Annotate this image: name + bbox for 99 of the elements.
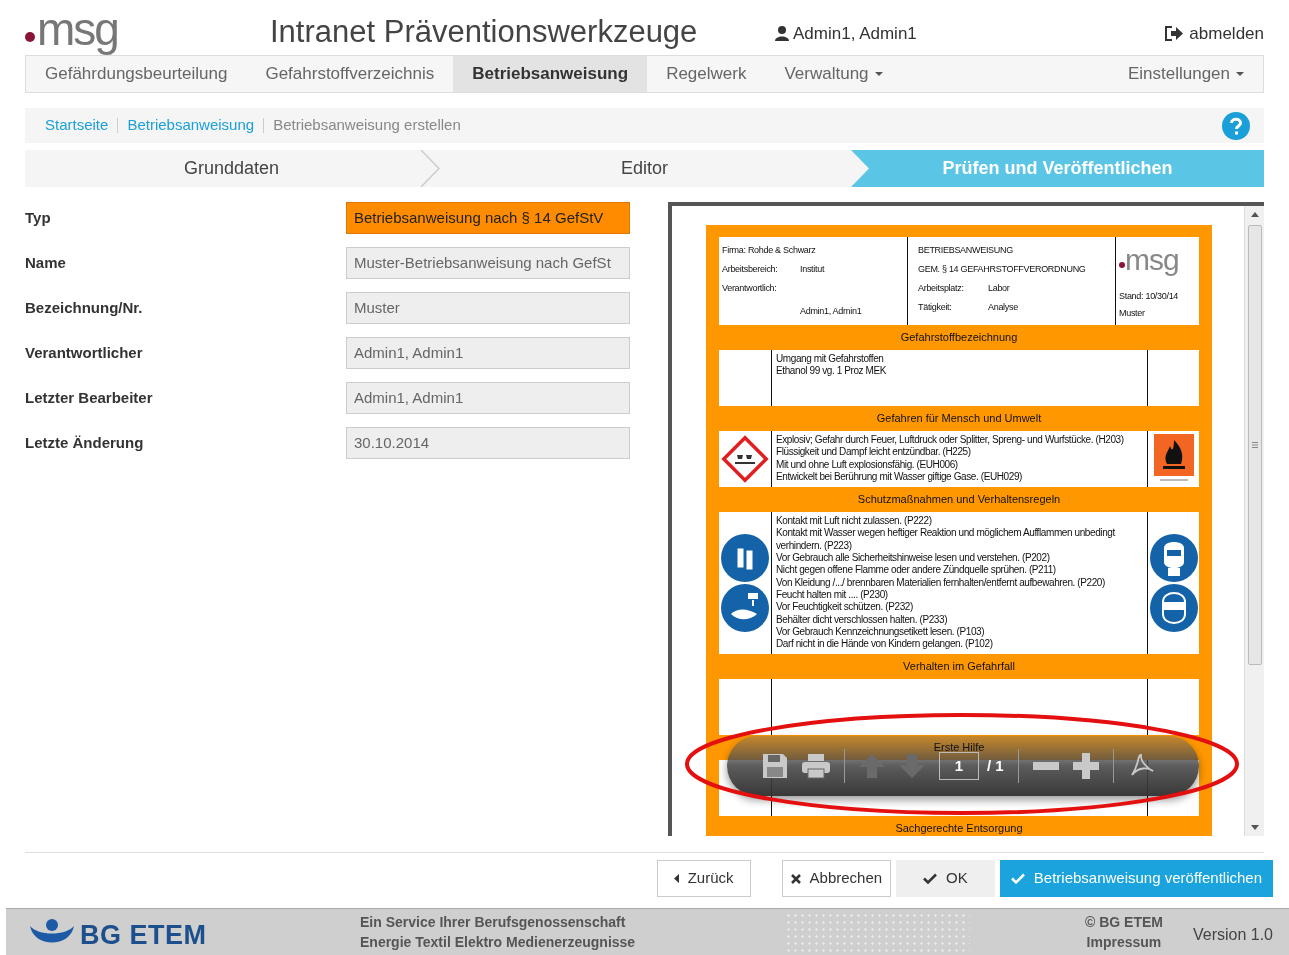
- dot-icon: [1119, 262, 1125, 268]
- scrollbar-thumb[interactable]: [1247, 225, 1262, 665]
- nav-item[interactable]: Verwaltung: [765, 56, 902, 92]
- breadcrumb-current: Betriebsanweisung erstellen: [273, 115, 461, 136]
- document-text: GEM. § 14 GEFAHRSTOFFVERORDNUNG: [918, 264, 1087, 275]
- document-section-heading: Gefahrstoffbezeichnung: [899, 330, 1019, 345]
- document-line: Explosiv; Gefahr durch Feuer, Luftdruck oder Splitter, Spreng- und Wurfstücke. (H203): [776, 434, 1125, 447]
- readonly-field[interactable]: Betriebsanweisung nach § 14 GefStV: [346, 202, 630, 234]
- footer-text: Ein Service Ihrer Berufsgenossenschaft: [360, 913, 627, 932]
- app-title: Intranet Präventionswerkzeuge: [270, 13, 699, 51]
- document-text: Institut: [800, 264, 825, 275]
- document-line: Darf nicht in die Hände von Kindern gelangen. (P102): [776, 638, 994, 651]
- document-line: Von Kleidung /.../ brennbaren Materialien fernhalten/entfernt aufbewahren. (P220): [776, 576, 1106, 589]
- caret-icon: [874, 72, 883, 76]
- document-line: Behälter dicht verschlossen halten. (P233): [776, 613, 949, 626]
- document-text: Admin1, Admin1: [799, 306, 863, 317]
- zoom-in-button[interactable]: [1072, 753, 1099, 779]
- step-chevron: [420, 150, 440, 187]
- document-line: Kontakt mit Wasser wegen heftiger Reaktion und möglichem Aufflammen unbedingt verhindern. (P223): [776, 527, 1116, 553]
- scrollbar[interactable]: [1244, 206, 1264, 836]
- minus-icon: [1032, 762, 1059, 770]
- nav-item[interactable]: Betriebsanweisung: [453, 56, 648, 92]
- breadcrumb-link[interactable]: Startseite: [45, 114, 109, 137]
- printer-icon: [802, 753, 830, 779]
- save-button[interactable]: [762, 753, 788, 779]
- nav-item[interactable]: Gefahrstoffverzeichnis: [246, 56, 454, 92]
- document-text: Stand: 10/30/14: [1119, 291, 1180, 302]
- field-label: Verantwortlicher: [25, 342, 144, 363]
- arrow-up-icon: [859, 753, 885, 779]
- zoom-out-button[interactable]: [1032, 762, 1059, 770]
- document-section-heading: Gefahren für Mensch und Umwelt: [875, 411, 1043, 426]
- footer-logo: BG ETEM: [80, 918, 207, 952]
- document-text: Verantwortlich:: [722, 283, 778, 294]
- logout-icon: [1165, 25, 1184, 41]
- wizard-step[interactable]: Grunddaten: [25, 150, 438, 187]
- field-label: Typ: [25, 207, 52, 228]
- caret-left-icon: [673, 874, 679, 883]
- document-line: Umgang mit Gefahrstoffen: [776, 353, 885, 366]
- ok-button[interactable]: OK: [896, 860, 995, 897]
- wizard-step[interactable]: Editor: [438, 150, 851, 187]
- arrow-down-icon: [899, 753, 925, 779]
- logout-link[interactable]: abmelden: [1165, 20, 1264, 46]
- document-line: Mit und ohne Luft explosionsfähig. (EUH006): [776, 458, 959, 471]
- document-section-heading: Verhalten im Gefahrfall: [902, 659, 1016, 675]
- document-text: Muster: [1119, 308, 1146, 319]
- document-text: Labor: [988, 283, 1010, 294]
- copyright-text: © BG ETEM: [1084, 913, 1163, 932]
- scroll-up-icon: [1250, 212, 1259, 217]
- nav-item[interactable]: Gefährdungsbeurteilung: [26, 56, 247, 92]
- readonly-field[interactable]: 30.10.2014: [346, 427, 630, 459]
- version-text: Version 1.0: [1192, 925, 1273, 945]
- user-icon: [775, 25, 789, 41]
- document-text: Firma: Rohde & Schwarz: [722, 245, 817, 256]
- document-line: Vor Gebrauch alle Sicherheitshinweise lesen und verstehen. (P202): [776, 552, 1051, 565]
- document-text: Tätigkeit:: [918, 302, 953, 313]
- document-text: Arbeitsbereich:: [722, 264, 779, 275]
- user-name: Admin1, Admin1: [793, 22, 917, 45]
- imprint-link[interactable]: Impressum: [1086, 932, 1162, 952]
- breadcrumb-link[interactable]: Betriebsanweisung: [127, 114, 255, 137]
- document-line: Nicht gegen offene Flamme oder andere Zündquelle sprühen. (P211): [776, 564, 1057, 577]
- field-label: Name: [25, 252, 67, 273]
- nav-item[interactable]: Einstellungen: [1108, 56, 1263, 92]
- dot-icon: [25, 32, 35, 42]
- help-icon[interactable]: [1222, 111, 1250, 140]
- document-line: Ethanol 99 vg. 1 Proz MEK: [776, 365, 888, 378]
- document-text: Arbeitsplatz:: [918, 283, 965, 294]
- document-section-heading: Sachgerechte Entsorgung: [894, 821, 1024, 836]
- page-number-field[interactable]: 1: [939, 752, 979, 780]
- print-button[interactable]: [802, 753, 830, 779]
- check-icon: [1010, 873, 1025, 884]
- document-line: Flüssigkeit und Dampf leicht entzündbar. (H225): [776, 446, 972, 459]
- readonly-field[interactable]: Muster-Betriebsanweisung nach GefSt: [346, 247, 630, 279]
- grip-icon: [1251, 442, 1258, 448]
- readonly-field[interactable]: Admin1, Admin1: [346, 382, 630, 414]
- document-section-heading: Schutzmaßnahmen und Verhaltensregeln: [856, 492, 1062, 508]
- save-icon: [762, 753, 788, 779]
- close-icon: [790, 873, 801, 884]
- document-line: Kontakt mit Luft nicht zulassen. (P222): [776, 515, 933, 528]
- primary-button[interactable]: Betriebsanweisung veröffentlichen: [999, 860, 1273, 897]
- document-text: Analyse: [988, 302, 1018, 313]
- field-label: Letzter Bearbeiter: [25, 387, 154, 408]
- caret-icon: [1236, 72, 1244, 76]
- readonly-field[interactable]: Admin1, Admin1: [346, 337, 630, 369]
- cancel-button[interactable]: Abbrechen: [781, 860, 892, 897]
- document-line: Feucht halten mit .... (P230): [776, 588, 889, 602]
- check-icon: [923, 873, 938, 884]
- back-button[interactable]: Zurück: [656, 860, 751, 897]
- document-line: Vor Feuchtigkeit schützen. (P232): [776, 601, 914, 614]
- footer-text: Energie Textil Elektro Medienerzeugnisse: [360, 933, 637, 952]
- field-label: Bezeichnung/Nr.: [25, 297, 144, 318]
- scroll-down-icon: [1250, 825, 1259, 830]
- page-count: / 1: [987, 755, 1004, 776]
- plus-icon: [1072, 753, 1099, 779]
- nav-item[interactable]: Regelwerk: [647, 56, 766, 92]
- document-line: Vor Gebrauch Kennzeichnungsetikett lesen. (P103): [776, 625, 986, 639]
- field-label: Letzte Änderung: [25, 432, 145, 453]
- document-line: Entwickelt bei Berührung mit Wasser giftige Gase. (EUH029): [776, 470, 1023, 484]
- readonly-field[interactable]: Muster: [346, 292, 630, 324]
- document-text: BETRIEBSANWEISUNG: [918, 245, 1014, 256]
